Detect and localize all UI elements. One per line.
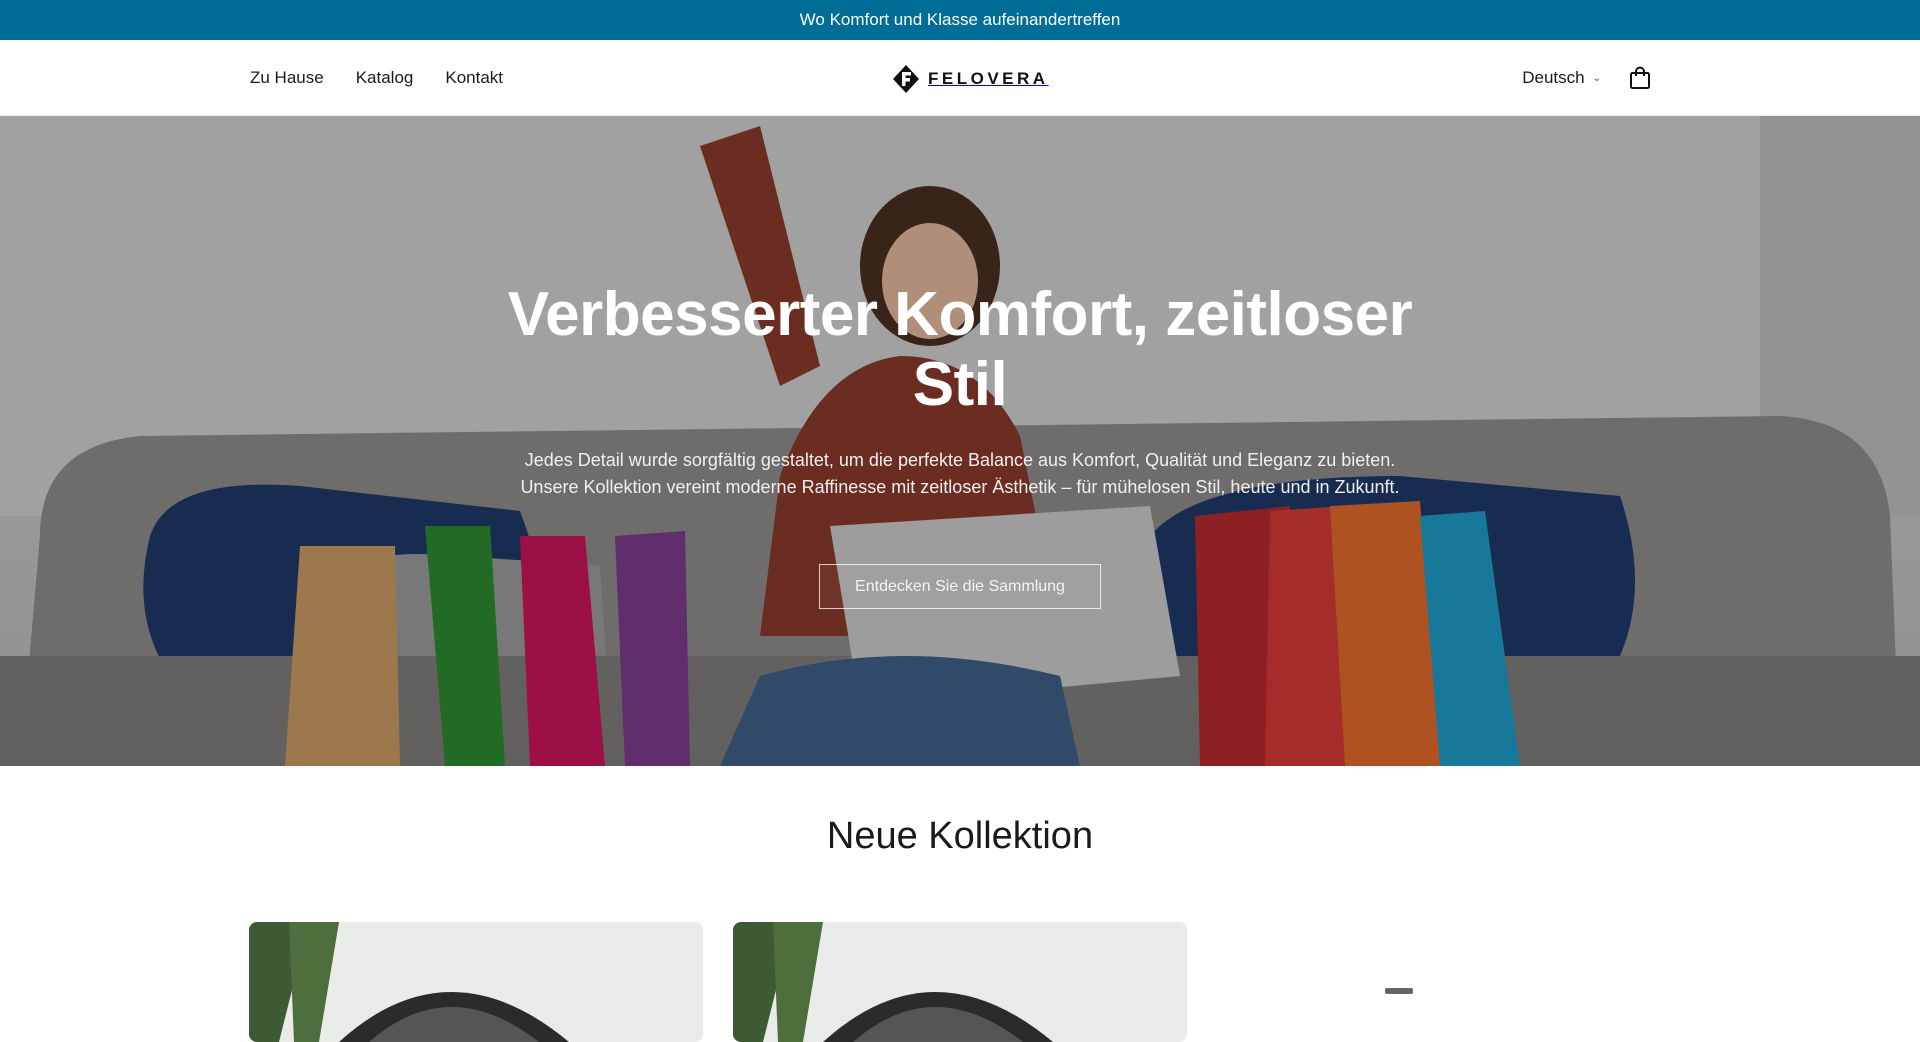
hero-banner: Verbesserter Komfort, zeitloser Stil Jed…	[0, 116, 1920, 766]
product-image	[249, 922, 703, 1042]
hero-title: Verbesserter Komfort, zeitloser Stil	[507, 280, 1413, 419]
announcement-bar: Wo Komfort und Klasse aufeinandertreffen	[0, 0, 1920, 40]
announcement-text: Wo Komfort und Klasse aufeinandertreffen	[799, 10, 1121, 29]
product-image	[1217, 922, 1671, 1042]
new-collection-title: Neue Kollektion	[826, 815, 1094, 857]
language-label: Deutsch	[1522, 68, 1585, 87]
explore-collection-button[interactable]: Entdecken Sie die Sammlung	[819, 564, 1101, 609]
shopping-bag-icon[interactable]	[1629, 66, 1651, 90]
header-actions: Deutsch ⌄	[1522, 40, 1651, 116]
language-selector[interactable]: Deutsch ⌄	[1522, 68, 1601, 88]
product-card[interactable]	[249, 922, 703, 1042]
product-image	[733, 922, 1187, 1042]
product-card[interactable]	[733, 922, 1187, 1042]
felovera-logo-icon	[893, 65, 919, 93]
main-nav: Zu Hause Katalog Kontakt	[250, 40, 503, 116]
nav-item-home[interactable]: Zu Hause	[250, 68, 324, 88]
nav-item-catalog[interactable]: Katalog	[356, 68, 414, 88]
nav-item-contact[interactable]: Kontakt	[445, 68, 503, 88]
site-header: Zu Hause Katalog Kontakt FELOVERA Deutsc…	[0, 40, 1920, 116]
product-card[interactable]	[1217, 922, 1671, 1042]
chevron-down-icon: ⌄	[1592, 72, 1601, 84]
hero-description: Jedes Detail wurde sorgfältig gestaltet,…	[520, 450, 1400, 497]
hero-overlay	[0, 116, 1920, 766]
site-logo[interactable]: FELOVERA	[892, 64, 1049, 94]
logo-text: FELOVERA	[928, 69, 1049, 88]
